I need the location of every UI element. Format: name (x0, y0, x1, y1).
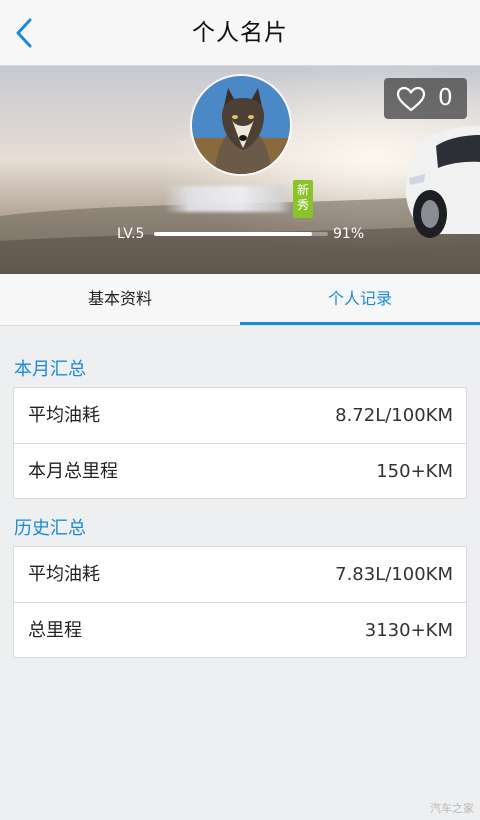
list-item: 平均油耗 7.83L/100KM (14, 547, 466, 602)
heart-outline-icon (396, 86, 426, 112)
row-label: 平均油耗 (28, 405, 100, 426)
tab-personal-records[interactable]: 个人记录 (240, 274, 480, 326)
row-label: 平均油耗 (28, 564, 100, 585)
level-label: LV.5 (117, 226, 145, 242)
row-value: 150+KM (376, 461, 453, 482)
row-value: 7.83L/100KM (335, 564, 453, 585)
list-item: 本月总里程 150+KM (14, 443, 466, 498)
row-label: 总里程 (28, 620, 82, 641)
level-progress-percent: 91% (333, 226, 365, 242)
section-title-history: 历史汇总 (14, 518, 86, 539)
badge-char-1: 新 (296, 183, 309, 197)
row-value: 8.72L/100KM (335, 405, 453, 426)
like-count: 0 (438, 85, 453, 111)
badge-char-2: 秀 (296, 198, 309, 212)
avatar[interactable] (190, 74, 292, 176)
rookie-badge: 新 秀 (293, 180, 313, 218)
page-title: 个人名片 (192, 20, 288, 46)
list-item: 平均油耗 8.72L/100KM (14, 388, 466, 443)
monthly-summary-card: 平均油耗 8.72L/100KM 本月总里程 150+KM (13, 387, 467, 499)
like-button[interactable]: 0 (384, 78, 467, 119)
row-label: 本月总里程 (28, 461, 118, 482)
level-progress-bar (154, 232, 328, 236)
wolf-avatar (192, 76, 290, 174)
list-item: 总里程 3130+KM (14, 602, 466, 657)
row-value: 3130+KM (364, 620, 453, 641)
nickname-blurred (164, 186, 292, 212)
history-summary-card: 平均油耗 7.83L/100KM 总里程 3130+KM (13, 546, 467, 658)
tab-basic-info[interactable]: 基本资料 (0, 274, 240, 326)
tab-bar: 基本资料 个人记录 (0, 274, 480, 326)
navbar: 个人名片 (0, 0, 480, 66)
section-title-monthly: 本月汇总 (14, 359, 86, 380)
profile-header: 0 新 秀 LV.5 91% (0, 66, 480, 274)
active-tab-indicator (240, 322, 480, 325)
watermark: 汽车之家 (430, 802, 474, 815)
level-progress-fill (154, 232, 313, 236)
